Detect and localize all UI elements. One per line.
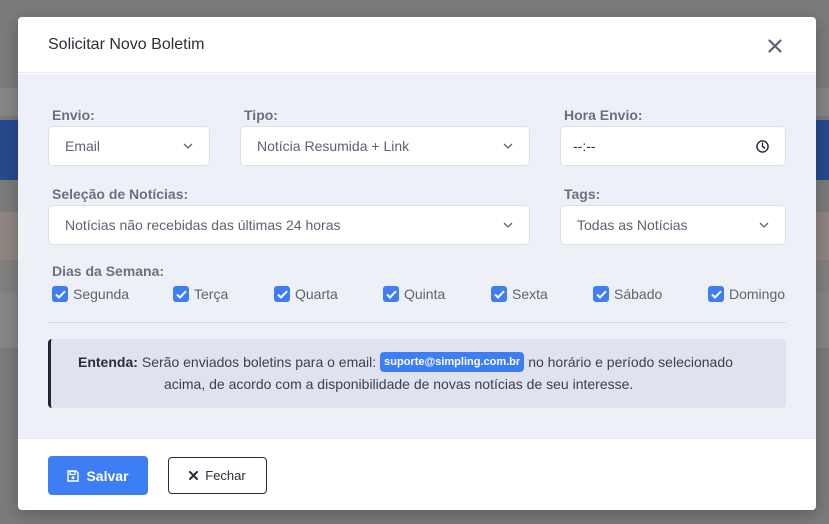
checkbox-domingo[interactable]: Domingo bbox=[708, 286, 785, 302]
dias-checkbox-group: Segunda Terça Quarta Quinta Sexta Sábado bbox=[52, 286, 788, 310]
x-icon bbox=[189, 471, 199, 480]
checkbox-sexta[interactable]: Sexta bbox=[491, 286, 548, 302]
tags-select[interactable]: Todas as Notícias bbox=[560, 205, 786, 245]
check-icon bbox=[54, 290, 66, 299]
check-icon bbox=[385, 290, 397, 299]
info-text: Serão enviados boletins para o email: bbox=[141, 354, 377, 370]
envio-value: Email bbox=[65, 138, 101, 154]
modal-title: Solicitar Novo Boletim bbox=[48, 35, 205, 53]
check-icon bbox=[493, 290, 505, 299]
save-button-label: Salvar bbox=[86, 467, 129, 484]
envio-select[interactable]: Email bbox=[48, 126, 210, 166]
checkbox-sabado[interactable]: Sábado bbox=[593, 286, 662, 302]
email-badge: suporte@simpling.com.br bbox=[380, 352, 525, 372]
day-label: Segunda bbox=[73, 286, 130, 302]
save-icon bbox=[67, 469, 80, 482]
modal-footer: Salvar Fechar bbox=[18, 438, 816, 510]
backdrop bbox=[0, 0, 829, 10]
checkbox-quinta[interactable]: Quinta bbox=[383, 286, 445, 302]
save-button[interactable]: Salvar bbox=[48, 456, 148, 495]
day-label: Quinta bbox=[404, 286, 446, 302]
day-label: Domingo bbox=[729, 286, 786, 302]
checkbox[interactable] bbox=[383, 286, 399, 302]
check-icon bbox=[595, 290, 607, 299]
modal-dialog: Solicitar Novo Boletim Envio: Tipo: Hora… bbox=[18, 17, 816, 510]
info-strong: Entenda: bbox=[78, 354, 138, 370]
info-line-1: Entenda: Serão enviados boletins para o … bbox=[78, 351, 766, 373]
selecao-select[interactable]: Notícias não recebidas das últimas 24 ho… bbox=[48, 205, 530, 245]
tags-label: Tags: bbox=[564, 186, 601, 202]
tags-value: Todas as Notícias bbox=[577, 217, 688, 233]
close-button-label: Fechar bbox=[205, 468, 246, 483]
selecao-label: Seleção de Notícias: bbox=[52, 186, 189, 202]
check-icon bbox=[175, 290, 187, 299]
check-icon bbox=[276, 290, 288, 299]
close-modal-button[interactable]: Fechar bbox=[168, 457, 267, 494]
hora-envio-label: Hora Envio: bbox=[564, 107, 643, 123]
checkbox[interactable] bbox=[593, 286, 609, 302]
day-label: Quarta bbox=[295, 286, 338, 302]
tipo-value: Notícia Resumida + Link bbox=[257, 138, 410, 154]
check-icon bbox=[710, 290, 722, 299]
checkbox[interactable] bbox=[173, 286, 189, 302]
checkbox[interactable] bbox=[52, 286, 68, 302]
divider bbox=[48, 322, 786, 323]
day-label: Terça bbox=[194, 286, 229, 302]
close-button[interactable] bbox=[764, 35, 786, 57]
info-alert: Entenda: Serão enviados boletins para o … bbox=[48, 339, 786, 408]
checkbox[interactable] bbox=[274, 286, 290, 302]
day-label: Sábado bbox=[614, 286, 663, 302]
hora-envio-input[interactable]: --:-- bbox=[560, 126, 786, 166]
info-line-2: acima, de acordo com a disponibilidade d… bbox=[164, 376, 634, 392]
checkbox-quarta[interactable]: Quarta bbox=[274, 286, 338, 302]
day-label: Sexta bbox=[512, 286, 548, 302]
dias-label: Dias da Semana: bbox=[52, 263, 165, 279]
info-text: no horário e período selecionado bbox=[528, 354, 733, 370]
checkbox-segunda[interactable]: Segunda bbox=[52, 286, 129, 302]
checkbox-terca[interactable]: Terça bbox=[173, 286, 228, 302]
selecao-value: Notícias não recebidas das últimas 24 ho… bbox=[65, 217, 341, 233]
modal-body: Envio: Tipo: Hora Envio: Email Notícia R… bbox=[18, 74, 816, 438]
hora-envio-value: --:-- bbox=[573, 138, 596, 154]
tipo-label: Tipo: bbox=[244, 107, 278, 123]
clock-icon[interactable] bbox=[756, 139, 769, 153]
envio-label: Envio: bbox=[52, 107, 95, 123]
checkbox[interactable] bbox=[491, 286, 507, 302]
chevron-down-icon bbox=[759, 222, 769, 228]
close-icon bbox=[768, 38, 782, 53]
chevron-down-icon bbox=[503, 222, 513, 228]
checkbox[interactable] bbox=[708, 286, 724, 302]
chevron-down-icon bbox=[183, 143, 193, 149]
modal-header: Solicitar Novo Boletim bbox=[18, 17, 816, 73]
tipo-select[interactable]: Notícia Resumida + Link bbox=[240, 126, 530, 166]
chevron-down-icon bbox=[503, 143, 513, 149]
